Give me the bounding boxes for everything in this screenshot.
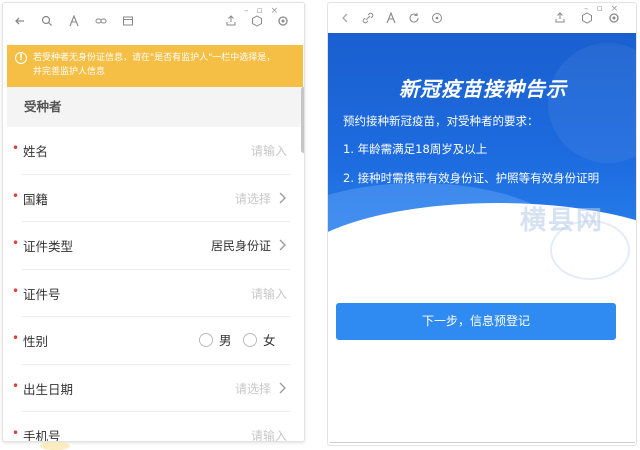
required-mark: • — [12, 331, 20, 345]
font-icon[interactable] — [382, 9, 400, 27]
notice-line-1: 若受种者无身份证信息，请在"是否有监护人"一栏中选择是， — [33, 53, 276, 63]
id-type-label: 证件类型 — [23, 239, 74, 254]
next-step-button[interactable]: 下一步，信息预登记 — [336, 303, 616, 340]
nationality-field[interactable]: • 国籍 请选择 — [12, 175, 291, 222]
nationality-label: 国籍 — [23, 191, 49, 207]
radio-circle[interactable] — [199, 332, 213, 347]
chevron-right-icon — [277, 237, 289, 251]
share-icon[interactable] — [222, 12, 240, 30]
minimize-icon[interactable]: – — [584, 4, 589, 14]
search-icon[interactable] — [38, 12, 56, 30]
compass-icon[interactable] — [428, 9, 446, 27]
vaccination-notice-banner: 新冠疫苗接种告示 预约接种新冠疫苗，对受种者的要求： 1. 年龄需满足18周岁及… — [328, 33, 636, 268]
right-window: 新冠疫苗接种告示 预约接种新冠疫苗，对受种者的要求： 1. 年龄需满足18周岁及… — [327, 2, 637, 446]
close-icon[interactable]: × — [271, 6, 279, 16]
left-window: ! 若受种者无身份证信息，请在"是否有监护人"一栏中选择是， 并完善监护人信息 … — [2, 2, 305, 442]
name-input[interactable]: 请输入 — [251, 142, 287, 159]
banner-intro: 预约接种新冠疫苗，对受种者的要求： — [343, 114, 539, 128]
id-number-field[interactable]: • 证件号 请输入 — [12, 270, 291, 317]
birthdate-field[interactable]: • 出生日期 请选择 — [12, 365, 291, 412]
gender-female-radio[interactable]: 女 — [243, 330, 276, 349]
birthdate-label: 出生日期 — [23, 381, 74, 397]
chevron-right-icon — [277, 190, 289, 204]
required-mark: • — [12, 426, 20, 440]
phone-field[interactable]: • 手机号 请输入 — [12, 412, 291, 442]
gender-field: • 性别 男 女 — [12, 317, 291, 365]
section-title-recipient: 受种者 — [7, 87, 303, 127]
id-number-input[interactable]: 请输入 — [251, 285, 287, 302]
nationality-select[interactable]: 请选择 — [235, 190, 271, 207]
font-icon[interactable] — [65, 12, 83, 30]
maximize-icon[interactable]: ▫ — [257, 6, 263, 16]
requirement-id: 2. 接种时需携带有效身份证、护照等有效身份证明 — [343, 171, 600, 185]
back-icon[interactable] — [11, 12, 29, 30]
close-icon[interactable]: × — [611, 4, 619, 14]
phone-label: 手机号 — [23, 429, 61, 442]
share-icon[interactable] — [551, 9, 569, 27]
gender-female-label: 女 — [263, 333, 276, 348]
id-type-select[interactable]: 居民身份证 — [211, 237, 271, 254]
right-window-controls: – ▫ × — [584, 4, 618, 14]
banner-decoration — [548, 43, 636, 163]
radio-circle[interactable] — [243, 332, 257, 347]
required-mark: • — [12, 283, 20, 298]
notice-line-2: 并完善监护人信息 — [33, 67, 106, 77]
left-window-controls: – ▫ × — [244, 6, 278, 16]
refresh-icon[interactable] — [405, 9, 423, 27]
id-number-label: 证件号 — [23, 286, 61, 302]
gender-male-label: 男 — [219, 333, 232, 348]
link-icon[interactable] — [92, 12, 110, 30]
banner-title: 新冠疫苗接种告示 — [399, 77, 567, 101]
chevron-right-icon — [277, 380, 289, 394]
name-field[interactable]: • 姓名 请输入 — [12, 127, 291, 175]
required-mark: • — [12, 188, 20, 203]
gender-label: 性别 — [23, 334, 49, 349]
warning-icon: ! — [15, 52, 27, 64]
recipient-form: • 姓名 请输入 • 国籍 请选择 • 证件类型 居民身份证 • 证件号 请输入… — [7, 127, 303, 442]
phone-input[interactable]: 请输入 — [251, 427, 287, 441]
id-type-field[interactable]: • 证件类型 居民身份证 — [12, 222, 291, 270]
minimize-icon[interactable]: – — [244, 6, 249, 16]
back-icon[interactable] — [336, 9, 354, 27]
requirement-age: 1. 年龄需满足18周岁及以上 — [343, 142, 488, 156]
gender-male-radio[interactable]: 男 — [199, 330, 232, 349]
name-label: 姓名 — [23, 144, 49, 159]
required-mark: • — [12, 378, 20, 393]
link-icon[interactable] — [359, 9, 377, 27]
required-mark: • — [12, 141, 20, 155]
birthdate-select[interactable]: 请选择 — [235, 380, 271, 397]
window-icon[interactable] — [119, 12, 137, 30]
maximize-icon[interactable]: ▫ — [597, 4, 603, 14]
decorative-blob — [40, 442, 70, 450]
scrollbar[interactable] — [301, 87, 304, 153]
identity-notice-banner: ! 若受种者无身份证信息，请在"是否有监护人"一栏中选择是， 并完善监护人信息 — [7, 45, 303, 87]
required-mark: • — [12, 236, 20, 250]
bottom-divider — [330, 442, 635, 443]
